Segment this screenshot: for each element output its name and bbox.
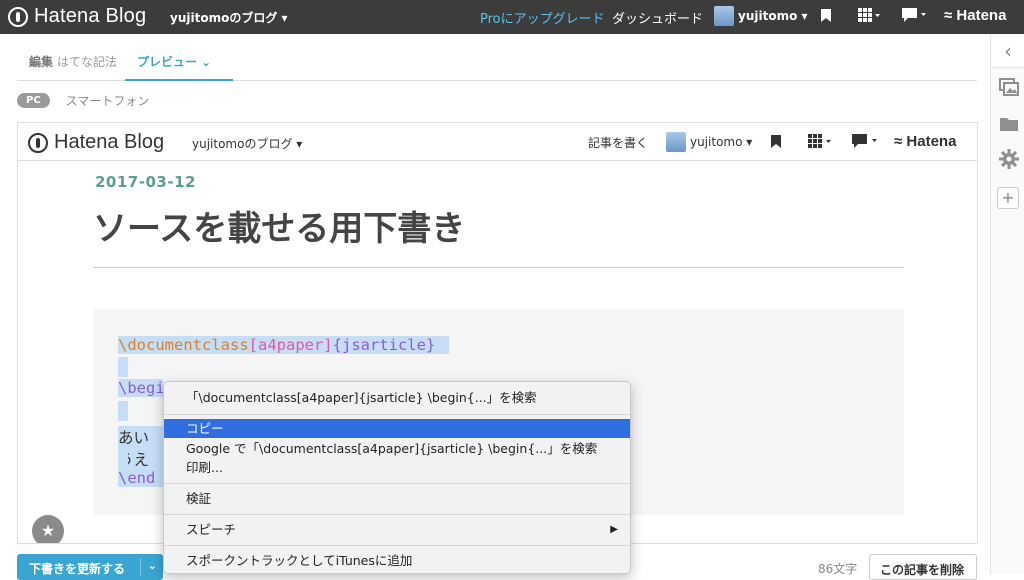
preview-logo-text: Hatena Blog	[54, 131, 165, 153]
code-selection-gap	[118, 357, 128, 377]
notification-balloon-icon[interactable]	[902, 8, 928, 27]
apps-grid-icon[interactable]	[808, 134, 834, 153]
bookmark-icon[interactable]	[770, 134, 782, 153]
device-smartphone[interactable]: スマートフォン	[66, 92, 150, 109]
button-separator	[140, 558, 141, 576]
preview-blog-menu[interactable]: yujitomoのブログ ▾	[192, 135, 302, 152]
menu-divider	[164, 483, 630, 484]
article-date: 2017-03-12	[95, 173, 196, 191]
editor-tabs: 編集 はてな記法 プレビュー ⌄	[17, 44, 977, 81]
code-selection-gap	[118, 447, 128, 467]
device-pc[interactable]: PC	[17, 93, 50, 108]
preview-header: Hatena Blog yujitomoのブログ ▾ 記事を書く yujitom…	[18, 123, 977, 161]
delete-article-button[interactable]: この記事を削除	[869, 554, 977, 580]
preview-hatena-text: Hatena	[906, 133, 957, 150]
menu-item-speech-label: スピーチ	[186, 522, 237, 537]
preview-user-name: yujitomo ▾	[690, 135, 753, 149]
menu-item-itunes[interactable]: スポークントラックとしてiTunesに追加	[164, 551, 630, 570]
device-switcher: PC スマートフォン	[17, 92, 149, 109]
code-option: [a4paper]	[248, 336, 333, 354]
code-selection-gap	[118, 401, 128, 421]
preview-user-menu[interactable]: yujitomo ▾	[666, 132, 752, 152]
hatena-logo-icon	[28, 132, 48, 153]
hatena-text: Hatena	[956, 7, 1007, 24]
preview-hatena-link[interactable]: ≈ Hatena	[894, 133, 956, 150]
menu-item-copy[interactable]: コピー	[164, 419, 630, 438]
chevron-down-icon[interactable]: ⌄	[148, 559, 157, 572]
apps-grid-icon[interactable]	[858, 8, 880, 27]
logo-text: Hatena Blog	[34, 5, 147, 27]
user-menu[interactable]: yujitomo ▾	[714, 6, 808, 26]
menu-item-search[interactable]: 「\documentclass[a4paper]{jsarticle} \beg…	[164, 388, 630, 407]
star-icon[interactable]: ★	[32, 515, 64, 543]
menu-item-google-search[interactable]: Google で「\documentclass[a4paper]{jsartic…	[164, 439, 630, 458]
tab-edit-mode: はてな記法	[57, 55, 118, 69]
title-divider	[93, 267, 904, 268]
code-line-2: \begi	[118, 379, 165, 397]
menu-divider	[164, 514, 630, 515]
hatena-link[interactable]: ≈ Hatena	[944, 7, 1006, 24]
code-keyword: \documentclass	[118, 336, 249, 354]
menu-item-print[interactable]: 印刷...	[164, 458, 630, 477]
preview-logo[interactable]: Hatena Blog	[28, 131, 164, 154]
global-header: Hatena Blog yujitomoのブログ ▾ Proにアップグレード ダ…	[0, 0, 1024, 34]
chevron-left-icon[interactable]: ‹	[992, 36, 1024, 68]
code-line-4: \end	[118, 469, 163, 487]
notification-balloon-icon[interactable]	[852, 134, 880, 153]
menu-item-inspect[interactable]: 検証	[164, 489, 630, 508]
code-argument: {jsarticle}	[332, 336, 436, 354]
char-count: 86文字	[818, 562, 858, 576]
dashboard-link[interactable]: ダッシュボード	[612, 8, 703, 27]
editor-sidebar: ‹ +	[990, 34, 1024, 574]
pro-upgrade-link[interactable]: Proにアップグレード	[480, 8, 605, 27]
tab-edit-label: 編集	[29, 55, 54, 69]
article-title: ソースを載せる用下書き	[93, 209, 466, 249]
context-menu: 「\documentclass[a4paper]{jsarticle} \beg…	[163, 381, 631, 574]
submenu-arrow-icon: ▶	[610, 524, 618, 535]
menu-item-speech[interactable]: スピーチ ▶	[164, 520, 630, 539]
tab-edit[interactable]: 編集 はてな記法	[29, 53, 117, 70]
photo-icon[interactable]	[998, 78, 1020, 100]
user-name: yujitomo ▾	[738, 9, 808, 23]
avatar	[666, 132, 686, 152]
add-plus-icon[interactable]: +	[997, 187, 1019, 209]
bookmark-icon[interactable]	[820, 8, 832, 27]
menu-divider	[164, 414, 630, 415]
code-keyword: \end	[118, 469, 156, 487]
update-draft-button[interactable]: 下書きを更新する ⌄	[17, 554, 163, 580]
avatar	[714, 6, 734, 26]
blog-menu[interactable]: yujitomoのブログ ▾	[170, 9, 288, 26]
write-article-link[interactable]: 記事を書く	[588, 134, 648, 151]
folder-icon[interactable]	[998, 116, 1020, 138]
hatena-logo-icon	[8, 6, 28, 27]
tab-preview[interactable]: プレビュー ⌄	[125, 44, 233, 81]
code-keyword: \begi	[118, 379, 165, 397]
menu-divider	[164, 545, 630, 546]
code-line-1: \documentclass[a4paper]{jsarticle}	[118, 336, 450, 354]
hatena-blog-logo[interactable]: Hatena Blog	[8, 5, 146, 28]
gear-icon[interactable]	[998, 149, 1020, 171]
